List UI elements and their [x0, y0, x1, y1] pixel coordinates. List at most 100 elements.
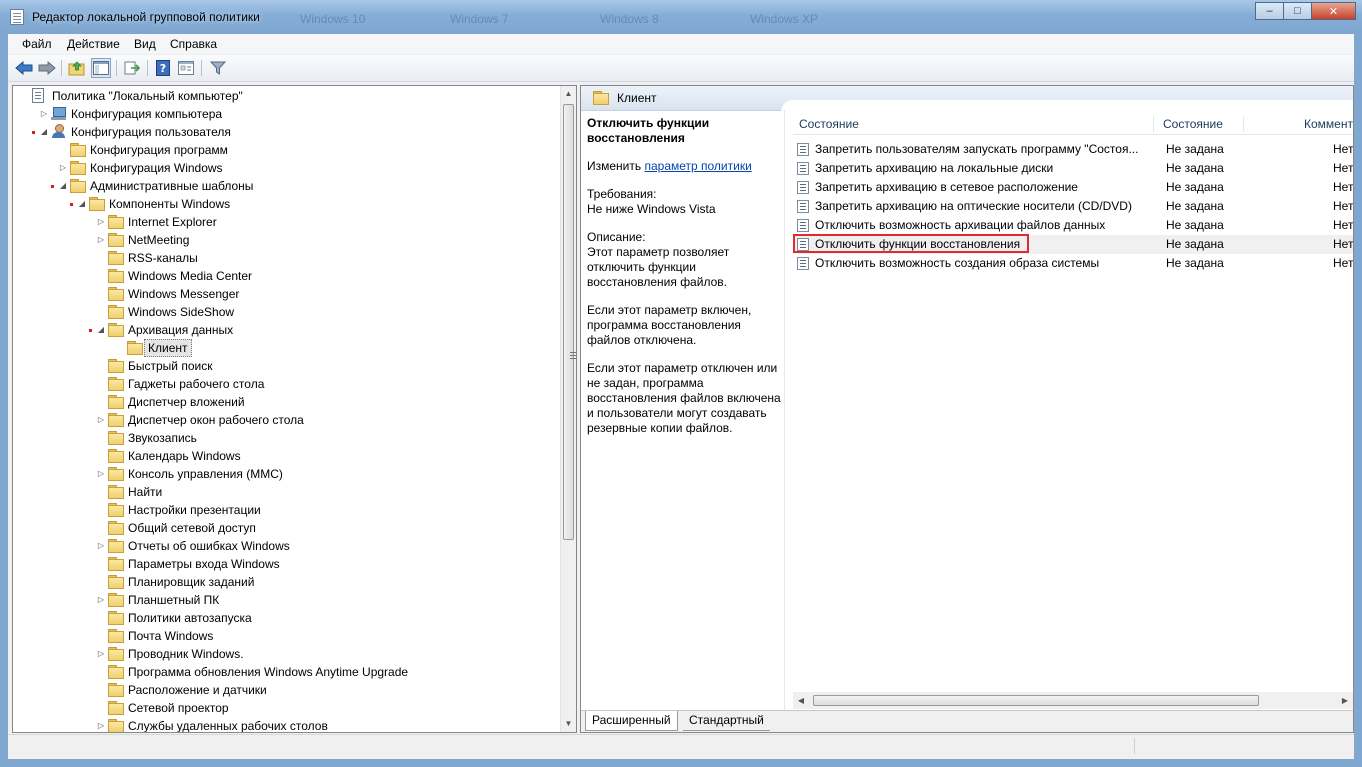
- tree-item[interactable]: Windows SideShow: [13, 303, 558, 321]
- tree-item[interactable]: ▷ Internet Explorer: [13, 213, 558, 231]
- tree-item[interactable]: ◢ Архивация данных: [13, 321, 558, 339]
- menu-help[interactable]: Справка: [170, 37, 217, 51]
- tree-item[interactable]: ▷ Конфигурация Windows: [13, 159, 558, 177]
- expand-arrow-icon[interactable]: ▷: [96, 231, 106, 249]
- expand-arrow-icon[interactable]: ▷: [39, 105, 49, 123]
- scroll-up-arrow-icon[interactable]: ▲: [561, 86, 576, 102]
- tab-extended[interactable]: Расширенный: [585, 711, 678, 731]
- table-row[interactable]: Запретить архивацию на локальные диски Не…: [793, 159, 1353, 178]
- edit-policy-link[interactable]: параметр политики: [644, 159, 751, 173]
- filter-icon[interactable]: [208, 58, 228, 78]
- scroll-thumb[interactable]: [563, 104, 574, 540]
- table-row[interactable]: Отключить возможность создания образа си…: [793, 254, 1353, 273]
- tree-item[interactable]: Планировщик заданий: [13, 573, 558, 591]
- help-icon[interactable]: ?: [153, 58, 173, 78]
- column-header-setting[interactable]: Состояние: [799, 117, 859, 131]
- policy-state: Не задана: [1166, 256, 1224, 270]
- column-separator[interactable]: [1153, 116, 1154, 132]
- tree-item[interactable]: Быстрый поиск: [13, 357, 558, 375]
- collapse-arrow-icon[interactable]: ◢: [39, 123, 49, 141]
- tree-item[interactable]: ▷ NetMeeting: [13, 231, 558, 249]
- column-header-comment[interactable]: Коммент: [1304, 117, 1353, 131]
- folder-icon: [108, 683, 124, 697]
- tree-item[interactable]: ▷ Конфигурация компьютера: [13, 105, 558, 123]
- expand-arrow-icon[interactable]: ▷: [96, 537, 106, 555]
- expand-arrow-icon[interactable]: ▷: [96, 645, 106, 663]
- tree-item[interactable]: ▷ Проводник Windows.: [13, 645, 558, 663]
- tree-item[interactable]: ◢ Административные шаблоны: [13, 177, 558, 195]
- tree-item[interactable]: ▷ Планшетный ПК: [13, 591, 558, 609]
- table-row[interactable]: Отключить возможность архивации файлов д…: [793, 216, 1353, 235]
- up-folder-icon[interactable]: [67, 58, 87, 78]
- menu-view[interactable]: Вид: [134, 37, 156, 51]
- pane-splitter[interactable]: [570, 352, 576, 364]
- console-tree[interactable]: Политика "Локальный компьютер" ▷ Конфигура…: [12, 85, 577, 733]
- show-hide-tree-icon[interactable]: [91, 58, 111, 78]
- table-row[interactable]: Отключить функции восстановления Не задан…: [793, 234, 1353, 254]
- column-separator[interactable]: [1243, 116, 1244, 132]
- tree-item[interactable]: Общий сетевой доступ: [13, 519, 558, 537]
- tree-item[interactable]: Звукозапись: [13, 429, 558, 447]
- scroll-left-arrow-icon[interactable]: ◀: [793, 692, 809, 709]
- policy-name: Запретить пользователям запускать програ…: [815, 142, 1139, 156]
- scroll-down-arrow-icon[interactable]: ▼: [561, 716, 576, 732]
- close-button[interactable]: ✕: [1311, 2, 1356, 20]
- table-row[interactable]: Запретить пользователям запускать програ…: [793, 140, 1353, 159]
- tree-item[interactable]: Сетевой проектор: [13, 699, 558, 717]
- tab-standard[interactable]: Стандартный: [683, 711, 770, 731]
- scroll-thumb[interactable]: [813, 695, 1259, 706]
- tree-item[interactable]: ▷ Отчеты об ошибках Windows: [13, 537, 558, 555]
- tree-item[interactable]: Политика "Локальный компьютер": [13, 87, 558, 105]
- properties-icon[interactable]: [176, 58, 196, 78]
- tree-item[interactable]: Гаджеты рабочего стола: [13, 375, 558, 393]
- tree-item[interactable]: Календарь Windows: [13, 447, 558, 465]
- tree-item[interactable]: ◢ Конфигурация пользователя: [13, 123, 558, 141]
- folder-icon: [127, 341, 143, 355]
- tree-vertical-scrollbar[interactable]: ▲ ▼: [560, 86, 576, 732]
- tree-item[interactable]: Почта Windows: [13, 627, 558, 645]
- tree-item-label: Быстрый поиск: [128, 359, 213, 373]
- minimize-button[interactable]: –: [1255, 2, 1283, 20]
- tree-item[interactable]: Программа обновления Windows Anytime Upg…: [13, 663, 558, 681]
- tree-item[interactable]: Найти: [13, 483, 558, 501]
- tree-item[interactable]: Клиент: [13, 339, 558, 357]
- expand-arrow-icon[interactable]: ▷: [58, 159, 68, 177]
- toolbar-separator: [116, 60, 117, 76]
- menu-file[interactable]: Файл: [22, 37, 52, 51]
- maximize-button[interactable]: □: [1283, 2, 1311, 20]
- collapse-arrow-icon[interactable]: ◢: [58, 177, 68, 195]
- back-arrow-icon[interactable]: [14, 58, 34, 78]
- expand-arrow-icon[interactable]: ▷: [96, 411, 106, 429]
- tree-item[interactable]: Расположение и датчики: [13, 681, 558, 699]
- expand-arrow-icon[interactable]: ▷: [96, 591, 106, 609]
- expand-arrow-icon[interactable]: ▷: [96, 465, 106, 483]
- tree-item[interactable]: ▷ Службы удаленных рабочих столов: [13, 717, 558, 732]
- tree-item[interactable]: Настройки презентации: [13, 501, 558, 519]
- tree-item[interactable]: Параметры входа Windows: [13, 555, 558, 573]
- table-row[interactable]: Запретить архивацию в сетевое расположен…: [793, 178, 1353, 197]
- tree-item[interactable]: ▷ Диспетчер окон рабочего стола: [13, 411, 558, 429]
- folder-icon: [108, 539, 124, 553]
- list-horizontal-scrollbar[interactable]: ◀ ▶: [793, 692, 1353, 709]
- tree-item[interactable]: Windows Messenger: [13, 285, 558, 303]
- tree-item[interactable]: Windows Media Center: [13, 267, 558, 285]
- collapse-arrow-icon[interactable]: ◢: [77, 195, 87, 213]
- tree-item[interactable]: ◢ Компоненты Windows: [13, 195, 558, 213]
- scroll-right-arrow-icon[interactable]: ▶: [1337, 692, 1353, 709]
- tree-item[interactable]: Конфигурация программ: [13, 141, 558, 159]
- tree-item-label: Настройки презентации: [128, 503, 261, 517]
- app-window: Редактор локальной групповой политики Wi…: [0, 0, 1362, 767]
- tree-item[interactable]: Диспетчер вложений: [13, 393, 558, 411]
- title-bar[interactable]: Редактор локальной групповой политики Wi…: [0, 0, 1362, 34]
- export-list-icon[interactable]: [122, 58, 142, 78]
- table-row[interactable]: Запретить архивацию на оптические носите…: [793, 197, 1353, 216]
- forward-arrow-icon[interactable]: [37, 58, 57, 78]
- collapse-arrow-icon[interactable]: ◢: [96, 321, 106, 339]
- menu-action[interactable]: Действие: [67, 37, 120, 51]
- column-header-state[interactable]: Состояние: [1163, 117, 1223, 131]
- expand-arrow-icon[interactable]: ▷: [96, 213, 106, 231]
- tree-item[interactable]: RSS-каналы: [13, 249, 558, 267]
- tree-item[interactable]: Политики автозапуска: [13, 609, 558, 627]
- expand-arrow-icon[interactable]: ▷: [96, 717, 106, 732]
- tree-item[interactable]: ▷ Консоль управления (MMC): [13, 465, 558, 483]
